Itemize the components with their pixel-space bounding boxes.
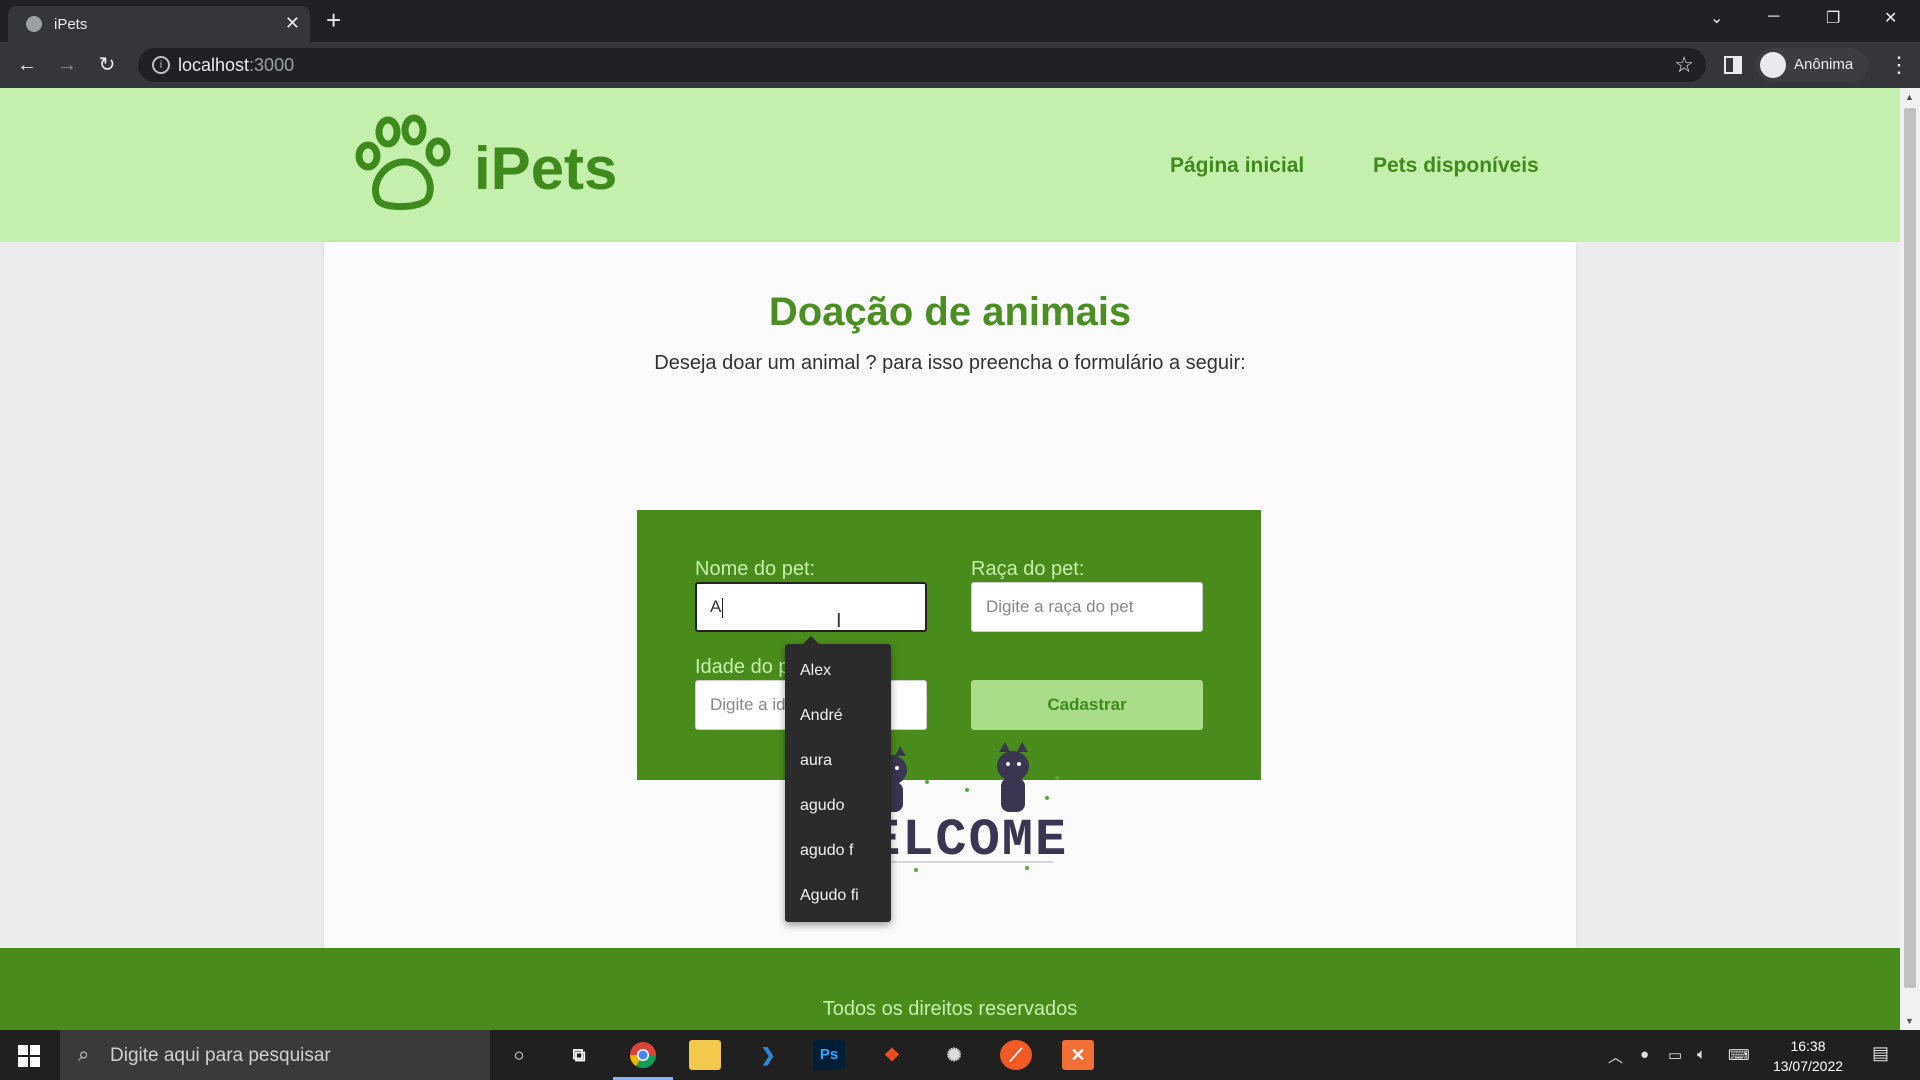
minimize-icon[interactable]: ─: [1768, 8, 1779, 26]
autocomplete-item[interactable]: agudo f: [800, 842, 853, 860]
browser-toolbar: ← → ↻ i localhost:3000 ☆ Anônima ⋮: [0, 42, 1920, 88]
tab-title: iPets: [54, 16, 88, 33]
profile-button[interactable]: Anônima: [1756, 48, 1868, 82]
browser-titlebar: iPets ✕ + ⌄ ─ ❐ ✕: [0, 0, 1920, 42]
side-panel-icon[interactable]: [1724, 56, 1742, 74]
task-view-icon[interactable]: ⧉: [563, 1040, 595, 1070]
browser-tab[interactable]: iPets ✕: [8, 6, 310, 42]
close-window-icon[interactable]: ✕: [1884, 8, 1897, 28]
pet-breed-input[interactable]: Digite a raça do pet: [971, 582, 1203, 632]
chrome-icon[interactable]: [627, 1040, 659, 1070]
pet-breed-label: Raça do pet:: [971, 558, 1085, 580]
submit-button[interactable]: Cadastrar: [971, 680, 1203, 730]
paw-logo-icon: [355, 114, 451, 210]
autocomplete-dropdown: Alex André aura agudo agudo f Agudo fi: [785, 636, 891, 922]
windows-taskbar: ⌕ Digite aqui para pesquisar ○ ⧉ ❯ Ps ❖ …: [0, 1030, 1920, 1080]
autocomplete-item[interactable]: agudo: [800, 797, 845, 815]
page-subtitle: Deseja doar um animal ? para isso preenc…: [654, 352, 1246, 374]
bookmark-star-icon[interactable]: ☆: [1674, 52, 1694, 78]
main-content: Doação de animais Deseja doar um animal …: [324, 242, 1576, 950]
file-explorer-icon[interactable]: [689, 1040, 721, 1070]
footer-text: Todos os direitos reservados: [822, 998, 1078, 1020]
text-cursor-icon: I: [836, 610, 842, 632]
brand-name[interactable]: iPets: [474, 134, 617, 203]
pet-name-label: Nome do pet:: [695, 558, 816, 580]
forward-icon[interactable]: →: [54, 52, 80, 78]
autocomplete-item[interactable]: Alex: [800, 662, 831, 680]
photoshop-icon[interactable]: Ps: [813, 1040, 845, 1070]
pet-age-label: Idade do p: [695, 656, 790, 678]
close-tab-icon[interactable]: ✕: [285, 13, 300, 34]
site-info-icon[interactable]: i: [152, 56, 170, 74]
restore-icon[interactable]: ❐: [1826, 8, 1840, 28]
url-text[interactable]: localhost:3000: [178, 55, 294, 76]
donation-form: Nome do pet: A I Raça do pet: Digite a r…: [637, 510, 1261, 780]
notifications-icon[interactable]: ▤: [1872, 1043, 1889, 1064]
pet-name-input[interactable]: A I: [695, 582, 927, 632]
site-footer: Todos os direitos reservados: [0, 948, 1900, 1030]
keyboard-icon[interactable]: ⌨: [1728, 1046, 1750, 1064]
globe-icon: [26, 16, 42, 32]
profile-name: Anônima: [1794, 56, 1854, 73]
site-header: iPets Página inicial Pets disponíveis: [0, 88, 1900, 242]
tray-chevron-icon[interactable]: ︿: [1608, 1046, 1623, 1067]
vscode-icon[interactable]: ❯: [752, 1040, 784, 1070]
scrollbar-thumb[interactable]: [1904, 108, 1916, 988]
reload-icon[interactable]: ↻: [94, 52, 120, 78]
page-title: Doação de animais: [768, 290, 1132, 334]
microphone-icon[interactable]: ●: [1640, 1046, 1649, 1063]
figma-icon[interactable]: ❖: [876, 1040, 908, 1070]
browser-menu-icon[interactable]: ⋮: [1888, 52, 1910, 78]
scroll-up-icon[interactable]: ▲: [1905, 92, 1914, 102]
autocomplete-item[interactable]: aura: [800, 752, 832, 770]
scroll-down-icon[interactable]: ▼: [1905, 1016, 1914, 1026]
taskbar-search-placeholder: Digite aqui para pesquisar: [110, 1045, 331, 1066]
back-icon[interactable]: ←: [14, 52, 40, 78]
app-gear-icon[interactable]: ✺: [938, 1040, 970, 1070]
volume-icon[interactable]: 🔈︎: [1697, 1046, 1706, 1063]
xampp-icon[interactable]: ✕: [1062, 1040, 1094, 1070]
page-scrollbar[interactable]: ▲ ▼: [1900, 88, 1920, 1030]
tab-search-icon[interactable]: ⌄: [1710, 8, 1723, 28]
network-icon[interactable]: ▭: [1668, 1046, 1682, 1064]
address-bar[interactable]: i localhost:3000 ☆: [138, 48, 1706, 82]
new-tab-button[interactable]: +: [326, 7, 341, 33]
page-viewport: iPets Página inicial Pets disponíveis Do…: [0, 88, 1900, 1030]
autocomplete-item[interactable]: Agudo fi: [800, 887, 859, 905]
nav-home-link[interactable]: Página inicial: [1170, 154, 1304, 178]
windows-start-icon[interactable]: [18, 1045, 40, 1067]
taskbar-clock[interactable]: 16:38 13/07/2022: [1770, 1036, 1846, 1076]
cortana-icon[interactable]: ○: [503, 1040, 535, 1070]
taskbar-search-box[interactable]: ⌕ Digite aqui para pesquisar: [60, 1030, 490, 1080]
autocomplete-item[interactable]: André: [800, 707, 843, 725]
compass-app-icon[interactable]: ⟋: [1000, 1040, 1032, 1070]
clock-time: 16:38: [1790, 1038, 1826, 1054]
clock-date: 13/07/2022: [1772, 1058, 1844, 1074]
nav-pets-link[interactable]: Pets disponíveis: [1373, 154, 1539, 178]
incognito-icon: [1760, 52, 1786, 78]
search-icon: ⌕: [78, 1044, 90, 1066]
